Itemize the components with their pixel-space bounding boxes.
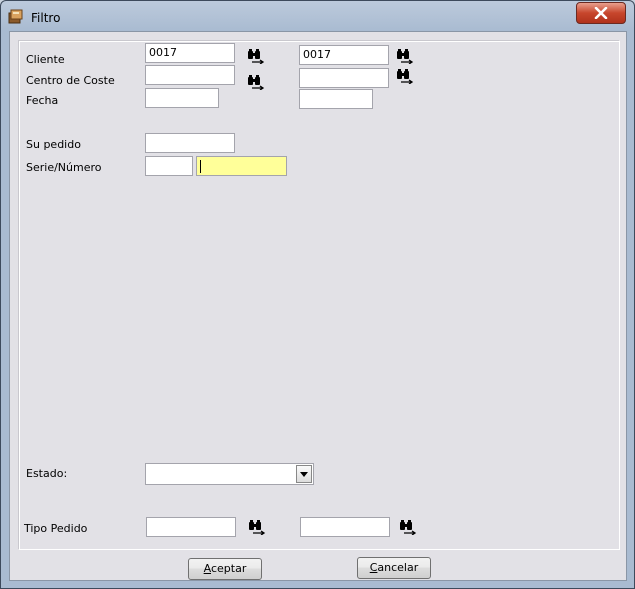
cancelar-button[interactable]: Cancelar — [357, 557, 431, 579]
su-pedido-label: Su pedido — [26, 138, 81, 151]
chevron-down-icon — [300, 472, 308, 477]
su-pedido-input[interactable] — [145, 133, 235, 153]
estado-dropdown-button[interactable] — [296, 465, 312, 483]
text-caret — [200, 160, 201, 173]
binoculars-icon[interactable] — [396, 48, 414, 64]
centro-coste-label: Centro de Coste — [26, 74, 115, 87]
fecha-label: Fecha — [26, 94, 59, 107]
aceptar-mnemonic: A — [203, 562, 211, 575]
binoculars-icon[interactable] — [247, 48, 265, 64]
filter-group — [18, 40, 620, 550]
close-icon — [594, 7, 608, 19]
serie-input[interactable] — [145, 156, 193, 176]
tipo-pedido-label: Tipo Pedido — [24, 522, 88, 535]
cliente-to-input[interactable]: 0017 — [299, 45, 389, 65]
app-icon — [8, 9, 23, 24]
cliente-from-input[interactable]: 0017 — [145, 43, 235, 63]
cliente-label: Cliente — [26, 53, 65, 66]
estado-select[interactable] — [145, 463, 314, 485]
fecha-from-input[interactable] — [145, 88, 219, 108]
serie-numero-label: Serie/Número — [26, 161, 102, 174]
centro-coste-to-input[interactable] — [299, 68, 389, 88]
binoculars-icon[interactable] — [396, 68, 414, 84]
binoculars-icon[interactable] — [399, 519, 417, 535]
fecha-to-input[interactable] — [299, 89, 373, 109]
centro-coste-from-input[interactable] — [145, 65, 235, 85]
title-bar[interactable]: Filtro — [1, 1, 634, 31]
tipo-pedido-from-input[interactable] — [146, 517, 236, 537]
numero-input[interactable] — [196, 156, 287, 176]
close-button[interactable] — [576, 2, 626, 24]
tipo-pedido-to-input[interactable] — [300, 517, 390, 537]
binoculars-icon[interactable] — [247, 74, 265, 90]
estado-label: Estado: — [26, 467, 68, 480]
binoculars-icon[interactable] — [248, 519, 266, 535]
aceptar-button[interactable]: Aceptar — [188, 558, 262, 580]
filter-dialog: Filtro Cliente 0017 0017 Centro de Coste — [0, 0, 635, 589]
aceptar-label: ceptar — [210, 562, 247, 575]
window-title: Filtro — [31, 11, 61, 25]
cancelar-label: ancelar — [377, 561, 419, 574]
dialog-body: Cliente 0017 0017 Centro de Coste Fecha … — [9, 31, 627, 581]
